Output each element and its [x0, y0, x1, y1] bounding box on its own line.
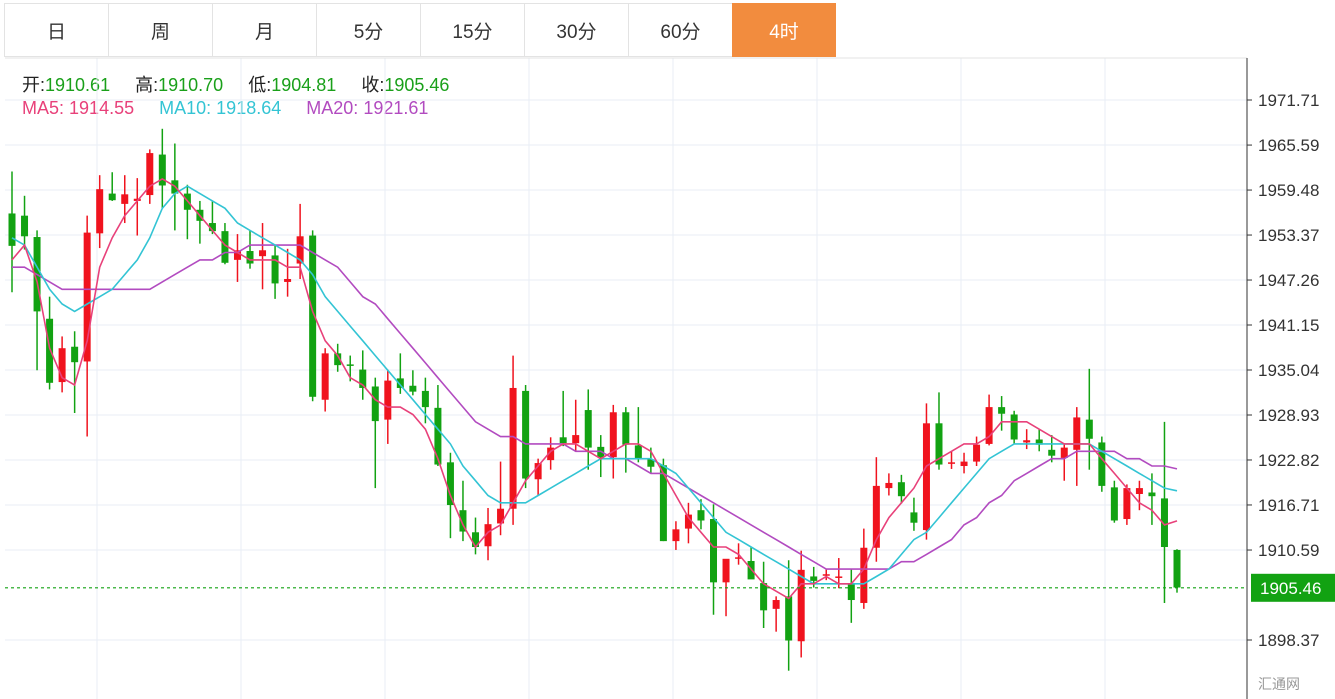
candle-body: [1048, 449, 1056, 456]
candle-body: [409, 385, 417, 392]
y-tick-label: 1898.37: [1258, 631, 1319, 650]
candle-body: [710, 519, 718, 583]
candle-body: [797, 569, 805, 642]
candle-body: [1135, 488, 1143, 494]
candle-body: [8, 213, 16, 246]
candle-body: [634, 445, 642, 459]
candle-body: [421, 390, 429, 408]
candle-body: [885, 482, 893, 489]
y-tick-label: 1959.48: [1258, 181, 1319, 200]
y-tick-label: 1916.71: [1258, 496, 1319, 515]
candle-body: [284, 278, 292, 282]
y-tick-label: 1941.15: [1258, 316, 1319, 335]
candle-body: [697, 510, 705, 521]
candle-body: [910, 512, 918, 523]
last-price-label: 1905.46: [1260, 579, 1321, 598]
candle-body: [722, 558, 730, 583]
candle-body: [584, 410, 592, 448]
candle-body: [108, 193, 116, 201]
candle-body: [371, 386, 379, 422]
candle-body: [559, 437, 567, 444]
candle-body: [384, 380, 392, 420]
candle-body: [1073, 417, 1081, 450]
candle-body: [772, 600, 780, 609]
candle-body: [446, 462, 454, 506]
ma5-line: [11, 177, 1178, 600]
watermark-logo: 汇通网: [1258, 676, 1300, 692]
candle-body: [922, 423, 930, 531]
candle-body: [622, 412, 630, 445]
y-tick-label: 1971.71: [1258, 91, 1319, 110]
candle-body: [1173, 549, 1181, 588]
y-tick-label: 1935.04: [1258, 361, 1319, 380]
candle-body: [1010, 414, 1018, 440]
candle-body: [246, 251, 254, 264]
candle-body: [785, 596, 793, 641]
candle-body: [46, 318, 54, 383]
y-tick-label: 1928.93: [1258, 406, 1319, 425]
y-tick-label: 1922.82: [1258, 451, 1319, 470]
candle-body: [71, 346, 79, 363]
candle-body: [321, 353, 329, 400]
candlestick-chart: 1971.71 1965.59 1959.48 1953.37 1947.26 1941.…: [5, 57, 1335, 699]
y-tick-label: 1910.59: [1258, 541, 1319, 560]
candle-body: [960, 461, 968, 467]
candle-body: [259, 250, 267, 257]
candle-body: [860, 547, 868, 603]
candle-body: [760, 583, 768, 611]
candle-body: [1023, 440, 1031, 443]
candle-body: [847, 583, 855, 601]
candle-body: [973, 444, 981, 462]
candle-body: [434, 407, 442, 465]
candle-body: [998, 407, 1006, 414]
candle-body: [346, 364, 354, 366]
candle-body: [948, 462, 956, 464]
candle-body: [672, 529, 680, 542]
candle-body: [572, 435, 580, 444]
candle-body: [835, 576, 843, 578]
candle-body: [21, 215, 29, 237]
y-tick-label: 1953.37: [1258, 226, 1319, 245]
y-tick-label: 1947.26: [1258, 271, 1319, 290]
candle-body: [1148, 492, 1156, 497]
candle-body: [822, 574, 830, 576]
candle-body: [522, 390, 530, 479]
candle-body: [1123, 488, 1131, 520]
ma10-line: [11, 185, 1178, 585]
candle-body: [897, 482, 905, 497]
candle-body: [1085, 419, 1093, 439]
candle-body: [96, 189, 104, 234]
y-tick-label: 1965.59: [1258, 136, 1319, 155]
candle-body: [1110, 487, 1118, 521]
candle-body: [810, 576, 818, 581]
candle-body: [121, 194, 129, 204]
candle-body: [509, 387, 517, 509]
